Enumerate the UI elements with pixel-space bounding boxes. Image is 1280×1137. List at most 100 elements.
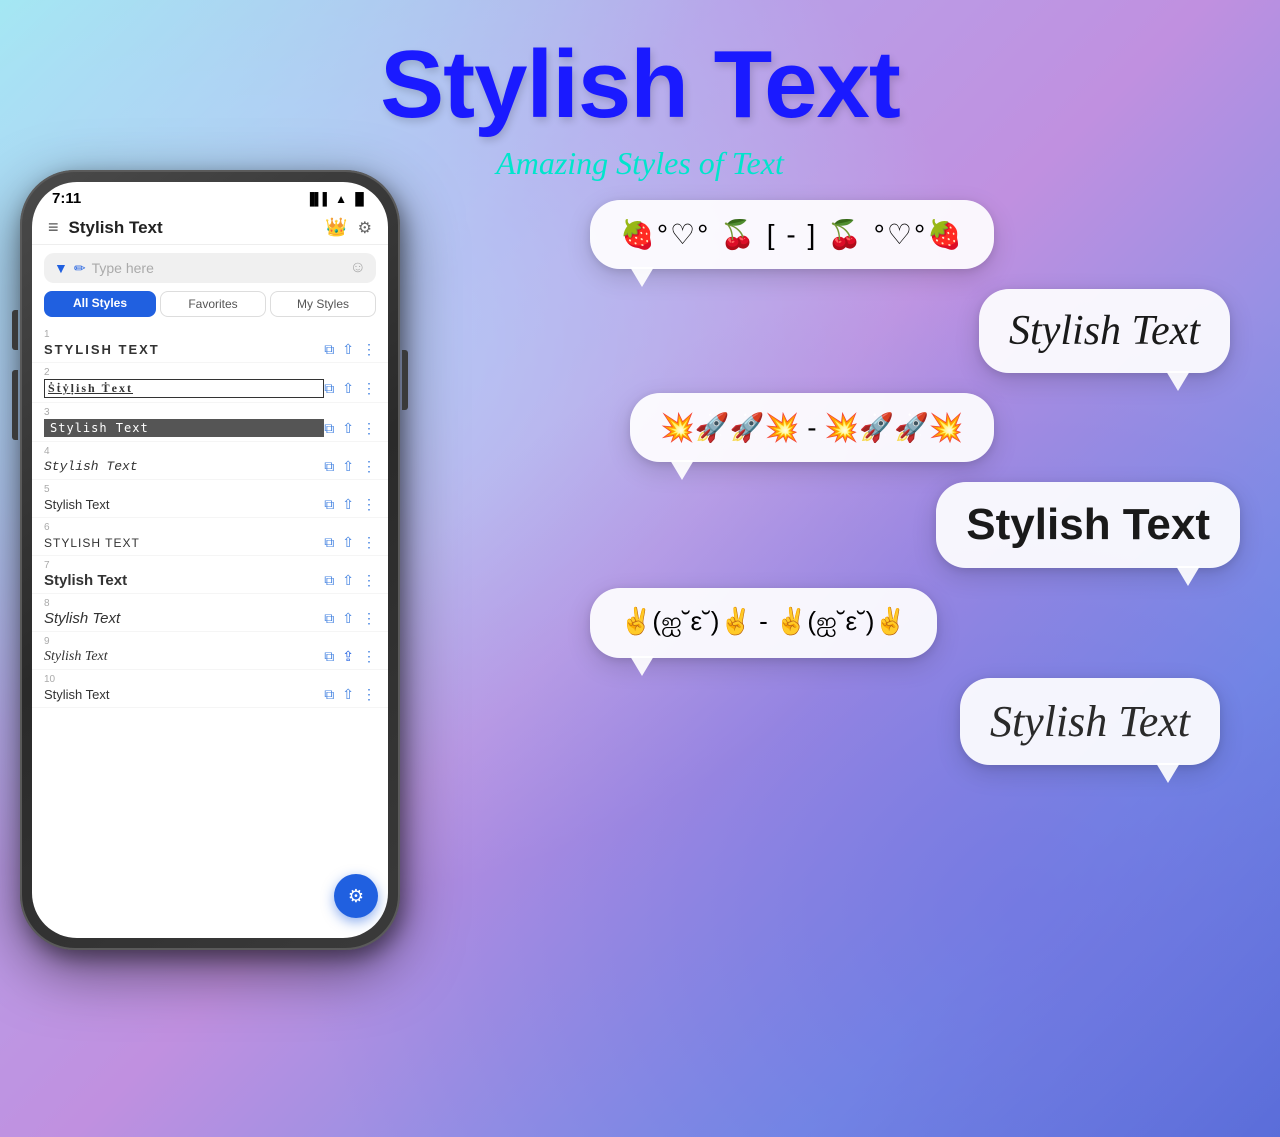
item-number: 3 — [44, 407, 376, 418]
phone-screen: 7:11 ▐▌▌ ▲ ▐▌ ≡ Stylish Text 👑 ⚙ ▼ ✏ — [32, 182, 388, 938]
style-text: STYLISH TEXT — [44, 342, 324, 357]
search-bar[interactable]: ▼ ✏ Type here ☺ — [44, 253, 376, 283]
share-icon[interactable]: ⇧ — [342, 341, 354, 358]
more-icon[interactable]: ⋮ — [362, 496, 376, 513]
item-row: STYLISH TEXT ⧉ ⇧ ⋮ — [44, 341, 376, 358]
share-icon[interactable]: ⇧ — [342, 610, 354, 627]
speech-bubble-4: Stylish Text — [936, 482, 1240, 568]
filter-icon[interactable]: ▼ — [54, 260, 68, 276]
speech-bubbles-container: 🍓°♡° 🍒 [ - ] 🍒 °♡°🍓 Stylish Text 💥🚀🚀💥 - … — [570, 200, 1250, 765]
list-item: 10 Stylish Text ⧉ ⇧ ⋮ — [32, 670, 388, 708]
status-bar: 7:11 ▐▌▌ ▲ ▐▌ — [32, 182, 388, 211]
item-row: Stylish Text ⧉ ⇧ ⋮ — [44, 572, 376, 589]
list-item: 2 Ṡṫẏḷish Ṫext ⧉ ⇧ ⋮ — [32, 363, 388, 403]
share-icon[interactable]: ⇧ — [342, 572, 354, 589]
settings-icon[interactable]: ⚙ — [358, 218, 372, 238]
list-item: 8 Stylish Text ⧉ ⇧ ⋮ — [32, 594, 388, 632]
phone-mockup: 7:11 ▐▌▌ ▲ ▐▌ ≡ Stylish Text 👑 ⚙ ▼ ✏ — [20, 170, 500, 1130]
app-main-title: Stylish Text — [0, 30, 1280, 140]
copy-icon[interactable]: ⧉ — [324, 686, 334, 703]
tab-bar: All Styles Favorites My Styles — [44, 291, 376, 317]
more-icon[interactable]: ⋮ — [362, 420, 376, 437]
emoji-icon[interactable]: ☺ — [350, 259, 366, 277]
list-item: 5 Stylish Text ⧉ ⇧ ⋮ — [32, 480, 388, 518]
copy-icon[interactable]: ⧉ — [324, 648, 334, 665]
app-title-section: Stylish Text Amazing Styles of Text — [0, 0, 1280, 182]
item-actions: ⧉ ⇧ ⋮ — [324, 341, 376, 358]
more-icon[interactable]: ⋮ — [362, 380, 376, 397]
item-actions: ⧉ ⇧ ⋮ — [324, 686, 376, 703]
speech-bubble-6: Stylish Text — [960, 678, 1220, 765]
more-icon[interactable]: ⋮ — [362, 686, 376, 703]
more-icon[interactable]: ⋮ — [362, 458, 376, 475]
share-icon[interactable]: ⇧ — [342, 534, 354, 551]
item-row: Stylish Text ⧉ ⇪ ⋮ — [44, 648, 376, 665]
copy-icon[interactable]: ⧉ — [324, 380, 334, 397]
copy-icon[interactable]: ⧉ — [324, 610, 334, 627]
item-actions: ⧉ ⇧ ⋮ — [324, 458, 376, 475]
list-item: 3 Stylish Text ⧉ ⇧ ⋮ — [32, 403, 388, 442]
bubble-text: 🍓°♡° 🍒 [ - ] 🍒 °♡°🍓 — [620, 219, 964, 250]
style-text: Stylish Text — [44, 687, 324, 702]
item-row: Stylish Text ⧉ ⇧ ⋮ — [44, 686, 376, 703]
style-text: STYLISH TEXT — [44, 536, 324, 550]
share-icon[interactable]: ⇧ — [342, 380, 354, 397]
copy-icon[interactable]: ⧉ — [324, 572, 334, 589]
item-actions: ⧉ ⇧ ⋮ — [324, 380, 376, 397]
style-text: Ṡṫẏḷish Ṫext — [44, 379, 324, 398]
list-item: 9 Stylish Text ⧉ ⇪ ⋮ — [32, 632, 388, 670]
more-icon[interactable]: ⋮ — [362, 572, 376, 589]
item-number: 6 — [44, 522, 376, 533]
bubble-text: ✌️(ஐ˘ε˘)✌️ - ✌️(ஐ˘ε˘)✌️ — [620, 606, 907, 636]
item-actions: ⧉ ⇧ ⋮ — [324, 420, 376, 437]
item-row: Ṡṫẏḷish Ṫext ⧉ ⇧ ⋮ — [44, 379, 376, 398]
style-text: Stylish Text — [44, 649, 324, 665]
status-icons: ▐▌▌ ▲ ▐▌ — [306, 192, 368, 206]
speech-bubble-5: ✌️(ஐ˘ε˘)✌️ - ✌️(ஐ˘ε˘)✌️ — [590, 588, 937, 658]
copy-icon[interactable]: ⧉ — [324, 458, 334, 475]
style-text: Stylish Text — [44, 610, 324, 627]
share-icon[interactable]: ⇧ — [342, 458, 354, 475]
copy-icon[interactable]: ⧉ — [324, 496, 334, 513]
item-actions: ⧉ ⇧ ⋮ — [324, 534, 376, 551]
more-icon[interactable]: ⋮ — [362, 534, 376, 551]
share-extended-icon[interactable]: ⇪ — [342, 648, 354, 665]
tab-my-styles[interactable]: My Styles — [270, 291, 376, 317]
search-placeholder[interactable]: Type here — [92, 260, 344, 276]
more-icon[interactable]: ⋮ — [362, 341, 376, 358]
share-icon[interactable]: ⇧ — [342, 686, 354, 703]
share-icon[interactable]: ⇧ — [342, 496, 354, 513]
speech-bubble-2: Stylish Text — [979, 289, 1230, 373]
tab-favorites[interactable]: Favorites — [160, 291, 266, 317]
item-number: 8 — [44, 598, 376, 609]
speech-bubble-1: 🍓°♡° 🍒 [ - ] 🍒 °♡°🍓 — [590, 200, 994, 269]
phone-outer-shell: 7:11 ▐▌▌ ▲ ▐▌ ≡ Stylish Text 👑 ⚙ ▼ ✏ — [20, 170, 400, 950]
copy-icon[interactable]: ⧉ — [324, 420, 334, 437]
item-number: 7 — [44, 560, 376, 571]
item-number: 4 — [44, 446, 376, 457]
bubble-text: 💥🚀🚀💥 - 💥🚀🚀💥 — [660, 412, 964, 443]
status-time: 7:11 — [52, 190, 81, 207]
text-styles-list: 1 STYLISH TEXT ⧉ ⇧ ⋮ 2 Ṡṫẏḷish Ṫext — [32, 325, 388, 906]
item-row: Stylish Text ⧉ ⇧ ⋮ — [44, 458, 376, 475]
item-number: 2 — [44, 367, 376, 378]
app-header: ≡ Stylish Text 👑 ⚙ — [32, 211, 388, 245]
header-action-icons: 👑 ⚙ — [325, 217, 372, 238]
bubble-text: Stylish Text — [990, 697, 1190, 746]
item-actions: ⧉ ⇧ ⋮ — [324, 572, 376, 589]
share-icon[interactable]: ⇧ — [342, 420, 354, 437]
edit-icon[interactable]: ✏ — [74, 260, 86, 277]
more-icon[interactable]: ⋮ — [362, 610, 376, 627]
copy-icon[interactable]: ⧉ — [324, 341, 334, 358]
crown-icon[interactable]: 👑 — [325, 217, 347, 238]
more-icon[interactable]: ⋮ — [362, 648, 376, 665]
fab-settings-button[interactable]: ⚙ — [334, 874, 378, 918]
tab-all-styles[interactable]: All Styles — [44, 291, 156, 317]
copy-icon[interactable]: ⧉ — [324, 534, 334, 551]
list-item: 6 STYLISH TEXT ⧉ ⇧ ⋮ — [32, 518, 388, 556]
item-number: 10 — [44, 674, 376, 685]
item-row: STYLISH TEXT ⧉ ⇧ ⋮ — [44, 534, 376, 551]
list-item: 1 STYLISH TEXT ⧉ ⇧ ⋮ — [32, 325, 388, 363]
menu-icon[interactable]: ≡ — [48, 217, 59, 238]
style-text: Stylish Text — [44, 459, 324, 474]
